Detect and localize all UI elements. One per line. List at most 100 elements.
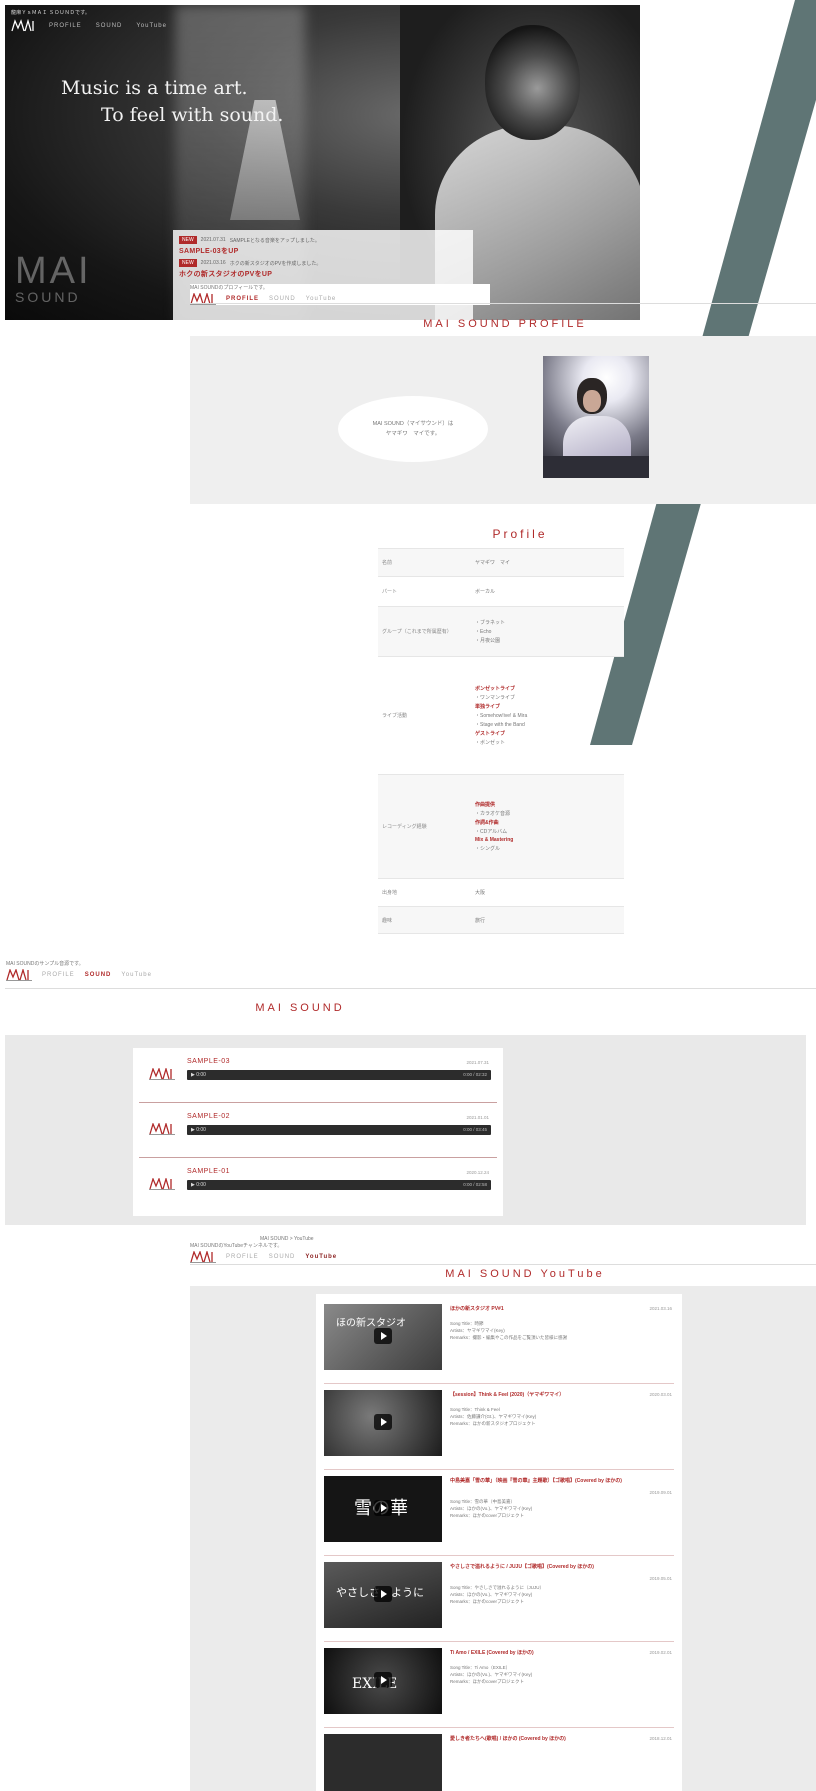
row-heading: ゲストライブ: [475, 731, 506, 737]
video-title[interactable]: 愛しき者たちへ(歌唱) / ほかの (Covered by ほかの): [450, 1736, 626, 1743]
youtube-video-list: ほの新スタジオ ほかの新スタジオ PV#1 2021.03.16 Song Ti…: [316, 1294, 682, 1791]
video-item[interactable]: 【session】Think & Feel (2020)（ヤマギワマイ） 202…: [324, 1390, 674, 1466]
video-date: 2019.02.01: [649, 1650, 672, 1655]
nav-youtube[interactable]: YouTube: [121, 972, 152, 978]
video-thumbnail[interactable]: [324, 1390, 442, 1456]
table-row: レコーディング経験 作曲提供 ・カラオケ音源 作詞&作曲 ・CDアルバム Mix…: [378, 774, 624, 878]
nav-youtube[interactable]: YouTube: [305, 1254, 337, 1260]
profile-table: 名前 ヤマギワ マイ パート ボーカル グループ（これまで所属歴有） ・ブラネッ…: [378, 548, 624, 934]
sound-header-note: MAI SOUNDのサンプル音源です。: [6, 961, 84, 967]
photo-keyboard: [543, 456, 649, 478]
track-name: SAMPLE-02: [187, 1113, 231, 1120]
row-heading: ボンゼットライブ: [475, 686, 516, 692]
video-thumbnail[interactable]: 雪の華: [324, 1476, 442, 1542]
divider: [324, 1641, 674, 1642]
mai-logo-icon[interactable]: [11, 19, 37, 33]
video-thumbnail[interactable]: EXILE: [324, 1648, 442, 1714]
hero-catch-line1: Music is a time art.: [61, 77, 248, 99]
play-icon[interactable]: [374, 1586, 392, 1602]
nav-profile[interactable]: PROFILE: [226, 1254, 259, 1260]
meta-song: Song Title：Ti Amo（EXILE）: [450, 1665, 511, 1670]
play-button[interactable]: ▶ 0:00: [191, 1182, 206, 1188]
play-button[interactable]: ▶ 0:00: [191, 1127, 206, 1133]
video-title[interactable]: 中島美嘉「雪の華」（映画『雪の華』主題歌）【ゴ歌唱】(Covered by ほか…: [450, 1478, 626, 1485]
play-icon[interactable]: [374, 1328, 392, 1344]
row-key: ライブ活動: [382, 713, 408, 719]
nav-sound[interactable]: SOUND: [85, 972, 112, 978]
video-date: 2019.05.01: [649, 1576, 672, 1581]
play-icon[interactable]: [374, 1672, 392, 1688]
news-item[interactable]: NEW 2021.07.31 SAMPLEとなる音楽をアップしました。: [179, 236, 467, 244]
video-meta: Song Title：やさしさで溢れるように（JUJU） Artists：ほかの…: [450, 1584, 670, 1605]
meta-remarks: Remarks：ほかのcoverプロジェクト: [450, 1599, 525, 1604]
row-value: 旅行: [475, 917, 486, 924]
row-value: ・シングル: [475, 846, 501, 852]
meta-artists: Artists：佐藤謙介(Gt.)、ヤマギワマイ(Key): [450, 1414, 537, 1419]
player-time: 0:00 / 02:32: [463, 1072, 487, 1077]
mai-logo-icon[interactable]: [190, 1251, 216, 1263]
video-title[interactable]: ほかの新スタジオ PV#1: [450, 1306, 626, 1313]
row-heading: 作曲提供: [475, 802, 496, 808]
audio-player[interactable]: ▶ 0:00 0:00 / 03:45: [187, 1125, 491, 1135]
nav-sound[interactable]: SOUND: [269, 1254, 296, 1260]
video-thumbnail[interactable]: [324, 1734, 442, 1791]
track-name: SAMPLE-03: [187, 1058, 231, 1065]
video-title[interactable]: 【session】Think & Feel (2020)（ヤマギワマイ）: [450, 1392, 626, 1399]
hero-nav-profile[interactable]: PROFILE: [49, 23, 82, 29]
row-value: ボーカル: [475, 589, 496, 595]
photo-face: [583, 390, 601, 412]
nav-sound[interactable]: SOUND: [269, 296, 296, 302]
video-title[interactable]: Ti Amo / EXILE (Covered by ほかの): [450, 1650, 626, 1657]
video-meta: Song Title：Ti Amo（EXILE） Artists：ほかの(Vo.…: [450, 1664, 670, 1685]
meta-remarks: Remarks：撮影・編集やこの作品をご覧頂いた皆様に感謝: [450, 1335, 568, 1340]
nav-youtube[interactable]: YouTube: [306, 296, 337, 302]
mai-logo-icon[interactable]: [6, 969, 32, 981]
meta-artists: Artists：ヤマギワマイ(Key): [450, 1328, 505, 1333]
play-icon[interactable]: [374, 1414, 392, 1430]
hero-nav: PROFILE SOUND YouTube: [49, 23, 167, 29]
news-title-link[interactable]: SAMPLE-03をUP: [179, 246, 467, 256]
row-value: ・CDアルバム: [475, 829, 508, 835]
track-item: SAMPLE-01 2020.12.24 ▶ 0:00 0:00 / 02:58: [139, 1158, 497, 1213]
play-button[interactable]: ▶ 0:00: [191, 1072, 206, 1078]
video-title[interactable]: やさしさで溢れるように / JUJU【ゴ歌唱】(Covered by ほかの): [450, 1564, 626, 1571]
player-time: 0:00 / 02:58: [463, 1182, 487, 1187]
row-value: 大阪: [475, 890, 486, 896]
video-date: 2018.12.01: [649, 1736, 672, 1741]
audio-player[interactable]: ▶ 0:00 0:00 / 02:32: [187, 1070, 491, 1080]
row-key: パート: [382, 589, 398, 595]
row-key: グループ（これまで所属歴有）: [382, 629, 452, 635]
video-item[interactable]: EXILE Ti Amo / EXILE (Covered by ほかの) 20…: [324, 1648, 674, 1724]
nav-profile[interactable]: PROFILE: [226, 296, 259, 302]
news-title-link[interactable]: ホクの新スタジオのPVをUP: [179, 269, 467, 279]
video-date: 2021.03.16: [649, 1306, 672, 1311]
profile-intro-band: [190, 336, 816, 504]
video-item[interactable]: ほの新スタジオ ほかの新スタジオ PV#1 2021.03.16 Song Ti…: [324, 1304, 674, 1380]
video-item[interactable]: やさしさ ように やさしさで溢れるように / JUJU【ゴ歌唱】(Covered…: [324, 1562, 674, 1638]
audio-player[interactable]: ▶ 0:00 0:00 / 02:58: [187, 1180, 491, 1190]
video-thumbnail[interactable]: やさしさ ように: [324, 1562, 442, 1628]
video-item[interactable]: 愛しき者たちへ(歌唱) / ほかの (Covered by ほかの) 2018.…: [324, 1734, 674, 1791]
hero-news-box: NEW 2021.07.31 SAMPLEとなる音楽をアップしました。 SAMP…: [173, 230, 473, 320]
play-icon[interactable]: [374, 1500, 392, 1516]
meta-remarks: Remarks：ほかのcoverプロジェクト: [450, 1513, 525, 1518]
profile-header-note: MAI SOUNDのプロフィールです。: [190, 285, 268, 291]
hero-nav-sound[interactable]: SOUND: [96, 23, 123, 29]
divider: [324, 1383, 674, 1384]
news-text: ホクの新スタジオのPVを作成しました。: [229, 260, 322, 267]
row-value: ・月夜公園: [475, 638, 501, 644]
video-item[interactable]: 雪の華 中島美嘉「雪の華」（映画『雪の華』主題歌）【ゴ歌唱】(Covered b…: [324, 1476, 674, 1552]
news-item[interactable]: NEW 2021.03.16 ホクの新スタジオのPVを作成しました。: [179, 259, 467, 267]
row-heading: 作詞&作曲: [475, 820, 499, 826]
meta-remarks: Remarks：ほかの新スタジオプロジェクト: [450, 1421, 536, 1426]
profile-subtitle: Profile: [492, 527, 548, 541]
mai-logo-icon: [149, 1068, 175, 1080]
hero-nav-youtube[interactable]: YouTube: [136, 23, 167, 29]
row-heading: 単独ライブ: [475, 704, 501, 710]
hero-catchphrase: Music is a time art. To feel with sound.: [61, 75, 283, 129]
hero-person-head: [485, 25, 580, 140]
video-thumbnail[interactable]: ほの新スタジオ: [324, 1304, 442, 1370]
nav-profile[interactable]: PROFILE: [42, 972, 75, 978]
track-item: SAMPLE-03 2021.07.31 ▶ 0:00 0:00 / 02:32: [139, 1048, 497, 1103]
row-value: ・ボンゼット: [475, 740, 506, 746]
